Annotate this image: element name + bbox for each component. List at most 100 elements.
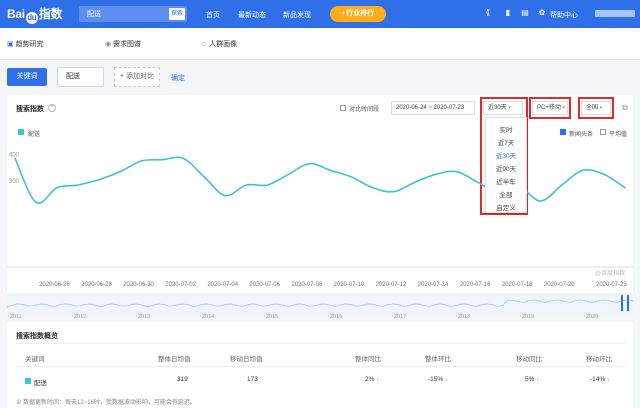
row-overall-mom: -15% ↓ [428, 376, 448, 383]
search-box[interactable]: 配送 探索 [79, 6, 187, 22]
data-point[interactable] [603, 173, 605, 176]
crowd-portrait-tab[interactable]: ☺ 人群画像 [200, 39, 237, 49]
person-icon: ☺ [200, 41, 210, 48]
confirm-button[interactable]: 确定 [171, 73, 185, 83]
data-point[interactable] [413, 181, 416, 184]
timeline-track[interactable] [7, 293, 633, 313]
data-point[interactable] [182, 157, 185, 160]
arrow-down-icon: ↓ [607, 376, 611, 383]
period-option-realtime[interactable]: 实时 [486, 124, 526, 134]
data-point[interactable] [434, 173, 437, 176]
industry-rank-button[interactable]: ◐行业排行 [330, 6, 386, 22]
compare-period-checkbox[interactable] [340, 105, 346, 111]
info-icon[interactable]: ? [48, 104, 56, 112]
data-point[interactable] [203, 176, 206, 178]
row-overall-yoy: 2% ↑ [365, 376, 379, 383]
row-overall-avg: 319 [177, 376, 188, 383]
search-button[interactable]: 探索 [169, 8, 185, 20]
data-point[interactable] [476, 181, 479, 184]
export-icon[interactable]: ⧉ [622, 103, 628, 113]
y-tick-label: 300 [9, 179, 20, 185]
period-option-custom[interactable]: 自定义 [486, 202, 526, 212]
phone-icon[interactable]: ▮ [503, 8, 513, 18]
demand-graph-tab[interactable]: ◉ 需求图谱 [105, 39, 141, 49]
data-point[interactable] [540, 200, 542, 202]
x-tick-label: 2020-06-30 [123, 282, 154, 288]
nav-home[interactable]: 首页 [206, 10, 220, 20]
search-input[interactable]: 配送 [87, 9, 101, 19]
data-point[interactable] [350, 176, 353, 178]
nav-new-products[interactable]: 新品发现 [283, 10, 311, 20]
summary-card [7, 322, 633, 408]
timeline-year-label: 2020 [586, 314, 599, 320]
search-index-chart[interactable]: 400 300 [7, 140, 633, 268]
x-tick-label: 2020-07-04 [207, 282, 239, 288]
header-mobile-yoy: 移动同比 [516, 356, 542, 363]
nav-latest[interactable]: 最新动态 [238, 10, 266, 20]
period-option-30d[interactable]: 近30天 [486, 150, 526, 160]
data-update-note: ① 数据更新时间：每天12~16时，受数据波动影响，可能会有延迟。 [16, 400, 196, 406]
data-point[interactable] [245, 184, 248, 186]
wechat-icon[interactable]: ✿ [537, 8, 547, 18]
keyword-button[interactable]: 关键词 [7, 68, 47, 86]
news-head-label: 新闻头条 [569, 132, 594, 138]
timeline-year-label: 2013 [138, 314, 151, 320]
data-point[interactable] [266, 184, 269, 186]
baidu-index-watermark: @百度指数 [595, 271, 626, 277]
x-tick-label: 2020-07-06 [249, 282, 281, 288]
date-range-picker[interactable]: 2020-06-24 ~ 2020-07-23 [391, 101, 475, 115]
data-point[interactable] [161, 158, 164, 161]
data-point[interactable] [287, 173, 290, 176]
timeline-year-label: 2017 [394, 314, 407, 320]
radio-icon: ◉ [105, 41, 114, 48]
user-name-blurred[interactable] [595, 10, 635, 17]
data-point[interactable] [371, 186, 374, 189]
baidu-index-logo[interactable]: Bai du 指数 [7, 5, 62, 24]
logo-text-2: 指数 [38, 7, 63, 21]
divider [16, 343, 626, 344]
help-center-link[interactable]: 帮助中心 [550, 10, 578, 20]
legend-swatch [18, 129, 24, 135]
sync-icon[interactable]: ⟪ [483, 8, 493, 18]
period-dropdown: 实时 近7天 近30天 近90天 近半年 全部 自定义 [485, 117, 527, 213]
data-point[interactable] [14, 157, 16, 160]
data-point[interactable] [35, 201, 37, 204]
x-tick-label: 2020-07-20 [543, 282, 575, 288]
row-mobile-mom: -14% ↓ [590, 376, 610, 383]
x-tick-label: 2020-07-14 [417, 282, 449, 288]
data-point[interactable] [308, 162, 311, 165]
data-point[interactable] [119, 170, 121, 173]
data-point[interactable] [455, 170, 458, 173]
x-tick-label: 2020-07-16 [459, 282, 491, 288]
data-point[interactable] [392, 190, 395, 193]
period-option-90d[interactable]: 近90天 [486, 163, 526, 173]
period-option-half-year[interactable]: 近半年 [486, 176, 526, 186]
average-checkbox[interactable] [600, 129, 606, 135]
row-keyword: 配送 [34, 380, 47, 387]
data-point[interactable] [561, 184, 563, 186]
row-swatch [25, 378, 31, 384]
timeline-handle[interactable] [627, 295, 629, 311]
period-option-7d[interactable]: 近7天 [486, 137, 526, 147]
data-point[interactable] [624, 186, 626, 189]
trend-research-tab[interactable]: ▣ 趋势研究 [7, 39, 44, 49]
arrow-up-icon: ↑ [536, 376, 540, 383]
news-head-checkbox[interactable] [560, 129, 566, 135]
data-point[interactable] [140, 160, 143, 162]
keyword-input[interactable]: 配送 [57, 67, 104, 87]
data-point[interactable] [329, 169, 332, 172]
timeline-handle[interactable] [621, 295, 623, 311]
x-tick-label: 2020-07-08 [291, 282, 323, 288]
arrow-up-icon: ↑ [376, 376, 380, 383]
data-point[interactable] [582, 169, 584, 172]
data-point[interactable] [98, 178, 100, 181]
data-point[interactable] [224, 194, 227, 197]
period-option-all[interactable]: 全部 [486, 189, 526, 199]
book-icon[interactable]: ▤ [520, 8, 530, 18]
timeline-slider[interactable] [7, 293, 633, 313]
search-index-title: 搜索指数 [16, 106, 44, 113]
series-line-peisong[interactable] [14, 156, 626, 204]
data-point[interactable] [56, 186, 58, 189]
add-compare-button[interactable]: + 添加对比 [114, 67, 160, 87]
data-point[interactable] [77, 184, 79, 186]
